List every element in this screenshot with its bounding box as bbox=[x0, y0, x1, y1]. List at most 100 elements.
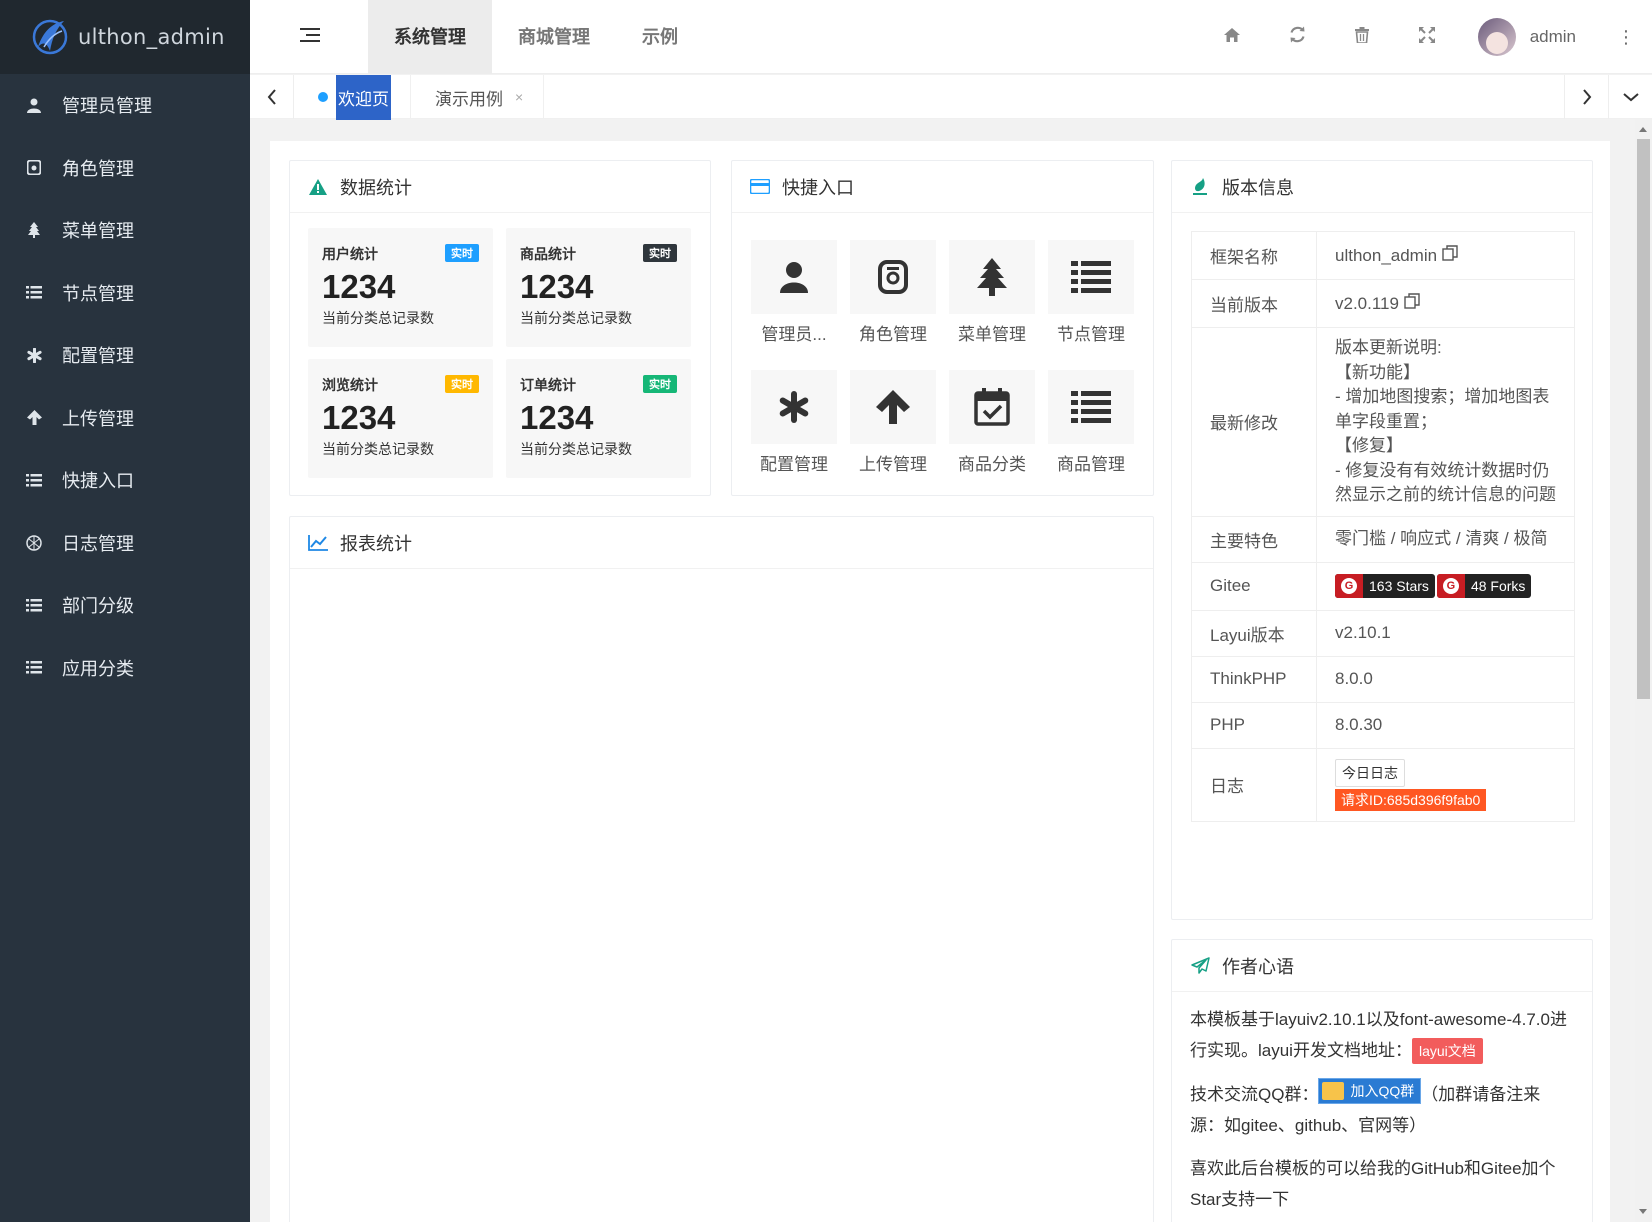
fullscreen-icon[interactable] bbox=[1395, 26, 1460, 48]
row-value: 零门槛 / 响应式 / 清爽 / 极简 bbox=[1316, 515, 1575, 563]
changelog-line: 【修复】 bbox=[1335, 436, 1403, 455]
close-icon[interactable]: × bbox=[515, 89, 523, 105]
card-title: 数据统计 bbox=[340, 177, 412, 198]
table-row: 框架名称 ulthon_admin bbox=[1191, 231, 1575, 280]
shortcut-goods[interactable]: 商品管理 bbox=[1047, 370, 1135, 475]
asterisk-icon bbox=[779, 391, 809, 423]
role-icon bbox=[26, 160, 42, 176]
chevron-left-icon[interactable] bbox=[250, 75, 294, 119]
stat-value: 1234 bbox=[322, 399, 396, 436]
sidebar-item-label: 角色管理 bbox=[62, 158, 134, 179]
row-value: v2.10.1 bbox=[1316, 609, 1575, 657]
card-title: 作者心语 bbox=[1222, 956, 1294, 977]
top-nav-system[interactable]: 系统管理 bbox=[368, 0, 492, 74]
avatar[interactable] bbox=[1477, 18, 1516, 56]
tab-label: 演示用例 bbox=[435, 89, 503, 109]
copy-icon[interactable] bbox=[1404, 293, 1420, 313]
sidebar-item-config[interactable]: 配置管理 bbox=[0, 324, 250, 387]
framework-name: ulthon_admin bbox=[1335, 246, 1438, 265]
list-icon bbox=[26, 660, 42, 676]
scrollbar-thumb[interactable] bbox=[1637, 139, 1650, 699]
qq-group-icon bbox=[1322, 1082, 1345, 1100]
layui-docs-link[interactable]: layui文档 bbox=[1411, 1038, 1483, 1064]
sidebar-item-admin[interactable]: 管理员管理 bbox=[0, 74, 250, 137]
sidebar-item-department[interactable]: 部门分级 bbox=[0, 574, 250, 637]
stat-goods: 商品统计 实时 1234 当前分类总记录数 bbox=[506, 228, 691, 347]
table-row: Layui版本 v2.10.1 bbox=[1191, 609, 1575, 657]
top-nav-example[interactable]: 示例 bbox=[616, 0, 704, 74]
today-log-button[interactable]: 今日日志 bbox=[1335, 758, 1405, 787]
shortcuts-card: 快捷入口 管理员... 角色管理 菜单管理 节点管理 配置管理 上传管理 商品分… bbox=[731, 160, 1154, 496]
shortcut-admin[interactable]: 管理员... bbox=[750, 240, 838, 345]
row-key: 最新修改 bbox=[1191, 327, 1317, 517]
top-nav-mall[interactable]: 商城管理 bbox=[492, 0, 616, 74]
table-row: ThinkPHP 8.0.0 bbox=[1191, 655, 1575, 703]
logo-icon bbox=[32, 19, 68, 55]
gitee-forks-badge[interactable]: G 48 Forks bbox=[1436, 574, 1532, 598]
user-icon bbox=[26, 97, 42, 113]
paragraph-text: 本模板基于layuiv2.10.1以及font-awesome-4.7.0进行实… bbox=[1190, 1010, 1567, 1060]
globe-icon bbox=[26, 535, 42, 551]
logo[interactable]: ulthon_admin bbox=[0, 0, 250, 74]
arrow-up-icon bbox=[26, 410, 42, 426]
shortcut-role[interactable]: 角色管理 bbox=[849, 240, 937, 345]
stat-desc: 当前分类总记录数 bbox=[322, 441, 434, 457]
sidebar-item-shortcut[interactable]: 快捷入口 bbox=[0, 449, 250, 512]
author-card: 作者心语 本模板基于layuiv2.10.1以及font-awesome-4.7… bbox=[1171, 939, 1593, 1222]
refresh-icon[interactable] bbox=[1265, 26, 1330, 48]
changelog-line: - 增加地图搜索；增加地图表单字段重置； bbox=[1335, 387, 1550, 431]
table-row: 当前版本 v2.0.119 bbox=[1191, 279, 1575, 328]
stat-desc: 当前分类总记录数 bbox=[322, 310, 434, 326]
shortcut-menu[interactable]: 菜单管理 bbox=[948, 240, 1036, 345]
sidebar-item-upload[interactable]: 上传管理 bbox=[0, 387, 250, 450]
sidebar-item-role[interactable]: 角色管理 bbox=[0, 137, 250, 200]
stat-views: 浏览统计 实时 1234 当前分类总记录数 bbox=[308, 359, 493, 478]
sidebar-item-label: 应用分类 bbox=[62, 658, 134, 679]
join-qq-group-button[interactable]: 加入QQ群 bbox=[1318, 1078, 1422, 1104]
more-vertical-icon[interactable]: ⋮ bbox=[1616, 27, 1636, 48]
sidebar-item-menu[interactable]: 菜单管理 bbox=[0, 199, 250, 262]
home-icon[interactable] bbox=[1200, 27, 1265, 48]
vertical-scrollbar[interactable] bbox=[1635, 119, 1652, 1222]
tabs-bar: 欢迎页 演示用例 × bbox=[250, 74, 1652, 120]
shortcut-node[interactable]: 节点管理 bbox=[1047, 240, 1135, 345]
card-title: 快捷入口 bbox=[782, 177, 854, 198]
shortcut-goods-category[interactable]: 商品分类 bbox=[948, 370, 1036, 475]
stat-value: 1234 bbox=[322, 268, 396, 305]
shortcut-upload[interactable]: 上传管理 bbox=[849, 370, 937, 475]
row-key: Gitee bbox=[1191, 561, 1317, 611]
gitee-stars-badge[interactable]: G 163 Stars bbox=[1335, 574, 1435, 598]
sidebar-item-log[interactable]: 日志管理 bbox=[0, 512, 250, 575]
trash-icon[interactable] bbox=[1330, 26, 1395, 48]
author-paragraph: 喜欢此后台模板的可以给我的GitHub和Gitee加个Star支持一下 bbox=[1190, 1159, 1556, 1209]
chevron-right-icon[interactable] bbox=[1564, 75, 1608, 119]
card-header: 报表统计 bbox=[290, 517, 1153, 569]
copy-icon[interactable] bbox=[1442, 245, 1458, 265]
list-icon bbox=[26, 472, 42, 488]
sidebar-item-label: 部门分级 bbox=[62, 596, 134, 617]
tab-demo[interactable]: 演示用例 × bbox=[410, 75, 545, 119]
warning-icon bbox=[308, 177, 328, 197]
shortcut-label: 商品管理 bbox=[1057, 455, 1125, 474]
scroll-up-icon[interactable] bbox=[1639, 127, 1647, 132]
scroll-down-icon[interactable] bbox=[1639, 1209, 1647, 1214]
sidebar-item-app-category[interactable]: 应用分类 bbox=[0, 637, 250, 700]
sidebar-item-label: 上传管理 bbox=[62, 408, 134, 429]
user-name[interactable]: admin bbox=[1530, 27, 1576, 47]
card-header: 快捷入口 bbox=[732, 161, 1153, 213]
sidebar-item-node[interactable]: 节点管理 bbox=[0, 262, 250, 325]
shortcut-config[interactable]: 配置管理 bbox=[750, 370, 838, 475]
sidebar-item-label: 配置管理 bbox=[62, 346, 134, 367]
stat-user: 用户统计 实时 1234 当前分类总记录数 bbox=[308, 228, 493, 347]
chevron-down-icon[interactable] bbox=[1608, 75, 1652, 119]
shortcut-label: 配置管理 bbox=[760, 455, 828, 474]
paper-plane-icon bbox=[1190, 956, 1210, 976]
stat-value: 1234 bbox=[520, 399, 594, 436]
stats-card: 数据统计 用户统计 实时 1234 当前分类总记录数 商品统计 实时 1234 … bbox=[289, 160, 711, 496]
tab-welcome[interactable]: 欢迎页 bbox=[318, 74, 391, 120]
card-title: 版本信息 bbox=[1222, 177, 1294, 198]
collapse-menu-icon[interactable] bbox=[300, 28, 320, 46]
realtime-badge: 实时 bbox=[445, 375, 479, 393]
row-value: 8.0.0 bbox=[1316, 655, 1575, 703]
list-icon bbox=[1071, 391, 1111, 423]
